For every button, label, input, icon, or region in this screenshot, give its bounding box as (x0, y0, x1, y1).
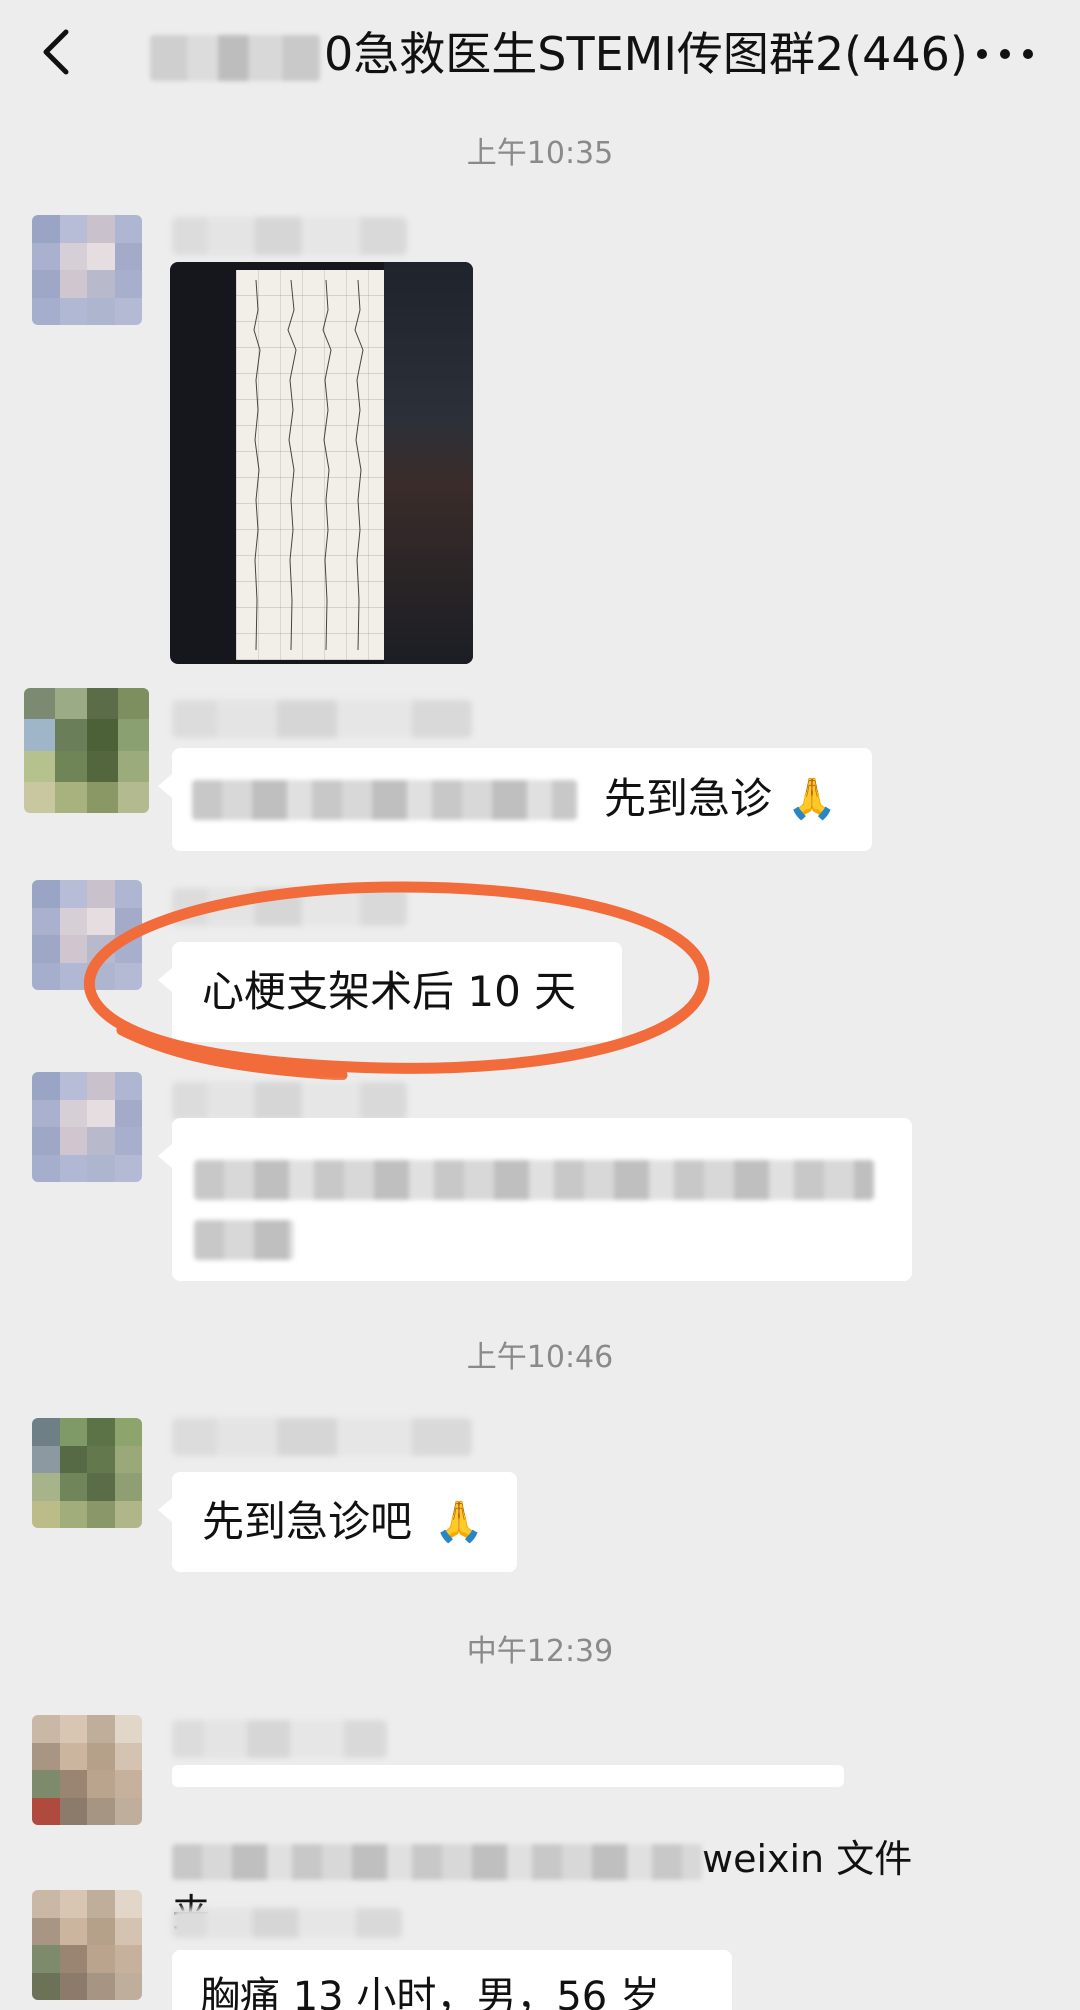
chat-title-text: 0急救医生STEMI传图群2(446) (324, 27, 968, 81)
blurred-message-text (192, 780, 577, 820)
ecg-paper (236, 270, 384, 660)
blurred-message-text (172, 1843, 702, 1880)
background-scene (384, 262, 473, 664)
avatar[interactable] (32, 1072, 142, 1182)
timestamp: 中午12:39 (466, 1634, 614, 1669)
blurred-sender-name (172, 1418, 472, 1456)
blurred-sender-name (172, 888, 407, 926)
message-bubble[interactable] (158, 1118, 912, 1281)
chat-header: 0急救医生STEMI传图群2(446) (0, 0, 1080, 110)
message-text: 先到急诊吧 (202, 1497, 413, 1546)
chevron-left-icon (43, 29, 69, 75)
back-button[interactable] (30, 22, 86, 82)
message-text: 先到急诊 (604, 774, 773, 823)
ecg-trace-graphic (253, 279, 364, 651)
message-text: 胸痛 13 小时，男，56 岁 (200, 1974, 660, 2010)
message-bubble[interactable]: 先到急诊吧 🙏 (158, 1472, 517, 1572)
blurred-sender-name (172, 1082, 407, 1120)
blurred-message-text (194, 1160, 874, 1200)
message-text: 心梗支架术后 10 天 (202, 967, 577, 1016)
avatar[interactable] (32, 1890, 142, 2000)
message-bubble[interactable]: 胸痛 13 小时，男，56 岁 (172, 1950, 732, 2010)
blurred-sender-name (172, 217, 407, 255)
message-bubble[interactable]: 心梗支架术后 10 天 (158, 942, 622, 1042)
ok-hand-emoji-icon: 🙏 (787, 776, 837, 822)
timestamp: 上午10:46 (466, 1340, 614, 1375)
blurred-sender-name (172, 1908, 402, 1938)
avatar[interactable] (24, 688, 149, 813)
timestamp: 上午10:35 (466, 136, 614, 171)
blurred-title-prefix (150, 34, 320, 81)
more-dots-icon (977, 49, 1033, 59)
ecg-image-message[interactable] (170, 262, 473, 664)
avatar[interactable] (32, 1715, 142, 1825)
ok-hand-emoji-icon: 🙏 (434, 1499, 484, 1545)
message-bubble-fragment (172, 1765, 844, 1787)
avatar[interactable] (32, 880, 142, 990)
blurred-sender-name (172, 1720, 387, 1758)
blurred-sender-name (172, 700, 472, 738)
blurred-message-text (194, 1220, 294, 1260)
avatar[interactable] (32, 215, 142, 325)
chat-title: 0急救医生STEMI传图群2(446) (150, 24, 968, 84)
message-bubble[interactable]: 先到急诊 🙏 (158, 748, 872, 851)
avatar[interactable] (32, 1418, 142, 1528)
more-button[interactable] (970, 22, 1040, 82)
message-text: weixin 文件 (702, 1837, 913, 1881)
